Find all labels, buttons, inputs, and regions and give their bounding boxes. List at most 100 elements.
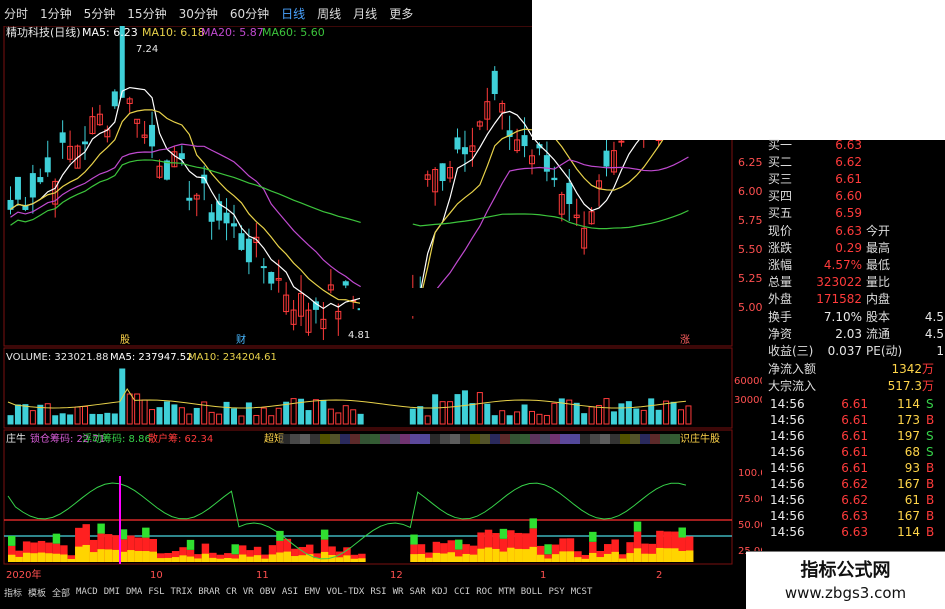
candle-body — [260, 266, 267, 269]
period-tab-3[interactable]: 15分钟 — [127, 5, 166, 22]
indicator-yellow-area — [671, 548, 679, 562]
bid-row: 买二 6.62 — [768, 155, 862, 169]
volume-bar — [551, 402, 558, 425]
candle-body — [238, 233, 245, 250]
indicator-yellow-area — [127, 550, 135, 562]
indicator-tab-全部[interactable]: 全部 — [52, 586, 70, 599]
volume-bar — [588, 406, 595, 425]
period-tab-2[interactable]: 5分钟 — [84, 5, 116, 22]
indicator-green-block — [410, 534, 418, 545]
indicator-tab-macd[interactable]: MACD — [76, 587, 98, 597]
period-tab-6[interactable]: 日线 — [281, 5, 305, 22]
indicator-tab-cr[interactable]: CR — [226, 587, 237, 597]
indicator-tab-asi[interactable]: ASI — [282, 587, 298, 597]
indicator-tab-sar[interactable]: SAR — [409, 587, 425, 597]
tick-row: 14:56 6.61 93 B — [770, 461, 935, 475]
volume-bar — [342, 405, 349, 425]
volume-bar — [320, 399, 327, 425]
indicator-yellow-area — [8, 554, 16, 562]
indicator-yellow-area — [224, 557, 232, 562]
indicator-yellow-area — [67, 558, 76, 562]
indicator-yellow-area — [164, 557, 172, 562]
volume-bar — [253, 414, 260, 425]
flow-row: 大宗流入 517.3 万 — [768, 379, 935, 393]
period-tab-5[interactable]: 60分钟 — [230, 5, 269, 22]
volume-bar — [312, 399, 319, 425]
volume-bar — [89, 413, 96, 425]
indicator-strip-cell — [570, 434, 580, 444]
volume-bar — [655, 409, 662, 425]
candle-body — [178, 153, 185, 160]
indicator-tab-dmi[interactable]: DMI — [104, 587, 120, 597]
period-tab-4[interactable]: 30分钟 — [179, 5, 218, 22]
indicator-tab-kdj[interactable]: KDJ — [432, 587, 448, 597]
indicator-strip-cell — [530, 434, 540, 444]
price-axis-label: 6.00 — [738, 185, 762, 198]
indicator-yellow-area — [75, 546, 83, 562]
indicator-tab-fsl[interactable]: FSL — [148, 587, 164, 597]
indicator-tab-wr[interactable]: WR — [393, 587, 404, 597]
period-tab-7[interactable]: 周线 — [317, 5, 341, 22]
indicator-tab-dma[interactable]: DMA — [126, 587, 142, 597]
indicator-tab-mtm[interactable]: MTM — [499, 587, 515, 597]
candle-body — [551, 177, 558, 181]
indicator-tab-trix[interactable]: TRIX — [171, 587, 193, 597]
volume-bar — [625, 401, 632, 425]
date-axis-label: 11 — [256, 570, 269, 581]
indicator-tab-roc[interactable]: ROC — [476, 587, 492, 597]
indicator-yellow-area — [358, 558, 366, 562]
indicator-yellow-area — [618, 558, 627, 562]
volume-bar — [536, 413, 543, 425]
volume-bar — [447, 401, 454, 425]
volume-title: VOLUME: 323021.88 — [6, 352, 109, 363]
indicator-tab-brar[interactable]: BRAR — [198, 587, 220, 597]
indicator-yellow-area — [410, 554, 418, 562]
indicator-tab-psy[interactable]: PSY — [548, 587, 564, 597]
indicator-tab-emv[interactable]: EMV — [304, 587, 320, 597]
indicator-yellow-area — [261, 558, 269, 562]
period-tab-8[interactable]: 月线 — [353, 5, 377, 22]
indicator-tab-模板[interactable]: 模板 — [28, 586, 46, 599]
indicator-yellow-area — [663, 548, 672, 562]
period-toolbar: 分时 1分钟 5分钟 15分钟 30分钟 60分钟 日线 周线 月线 更多 — [0, 0, 532, 26]
indicator-tab-指标[interactable]: 指标 — [4, 586, 22, 599]
indicator-yellow-area — [604, 553, 612, 562]
indicator-green-block — [455, 539, 463, 550]
candle-body — [111, 91, 118, 107]
price-axis-label: 5.25 — [738, 272, 762, 285]
indicator-yellow-area — [447, 552, 455, 562]
indicator-tag: 识庄牛股 — [680, 432, 720, 445]
bid-row: 买一 6.63 — [768, 138, 862, 152]
period-tab-0[interactable]: 分时 — [4, 5, 28, 22]
indicator-axis-label: 50.00 — [738, 520, 762, 531]
indicator-strip-cell — [630, 434, 640, 444]
tick-row: 14:56 6.62 167 B — [770, 477, 935, 491]
price-axis-label: 5.75 — [738, 214, 762, 227]
period-tab-1[interactable]: 1分钟 — [40, 5, 72, 22]
indicator-yellow-area — [82, 544, 90, 562]
volume-bar — [59, 413, 66, 425]
indicator-yellow-area — [268, 554, 277, 562]
indicator-tab-vr[interactable]: VR — [243, 587, 254, 597]
indicator-tab-mcst[interactable]: MCST — [571, 587, 593, 597]
candle-body — [268, 272, 275, 284]
period-tab-9[interactable]: 更多 — [389, 5, 413, 22]
indicator-tab-obv[interactable]: OBV — [260, 587, 276, 597]
indicator-tab-rsi[interactable]: RSI — [370, 587, 386, 597]
indicator-yellow-area — [626, 553, 634, 562]
indicator-strip-cell — [560, 434, 570, 444]
stat-row: 换手 7.10% 股本 4.5 — [768, 310, 944, 324]
indicator-tab-boll[interactable]: BOLL — [521, 587, 543, 597]
volume-bar — [454, 394, 461, 425]
volume-bar — [409, 408, 416, 425]
indicator-yellow-area — [149, 551, 157, 562]
volume-bar — [67, 414, 74, 425]
volume-bar — [141, 399, 148, 425]
indicator-tab-vol-tdx[interactable]: VOL-TDX — [326, 587, 364, 597]
candle-body — [566, 182, 573, 205]
indicator-tab-cci[interactable]: CCI — [454, 587, 470, 597]
volume-bar — [610, 411, 617, 425]
volume-bar — [231, 408, 237, 425]
volume-bar — [216, 413, 223, 425]
indicator-title: 庄牛 — [6, 432, 26, 445]
